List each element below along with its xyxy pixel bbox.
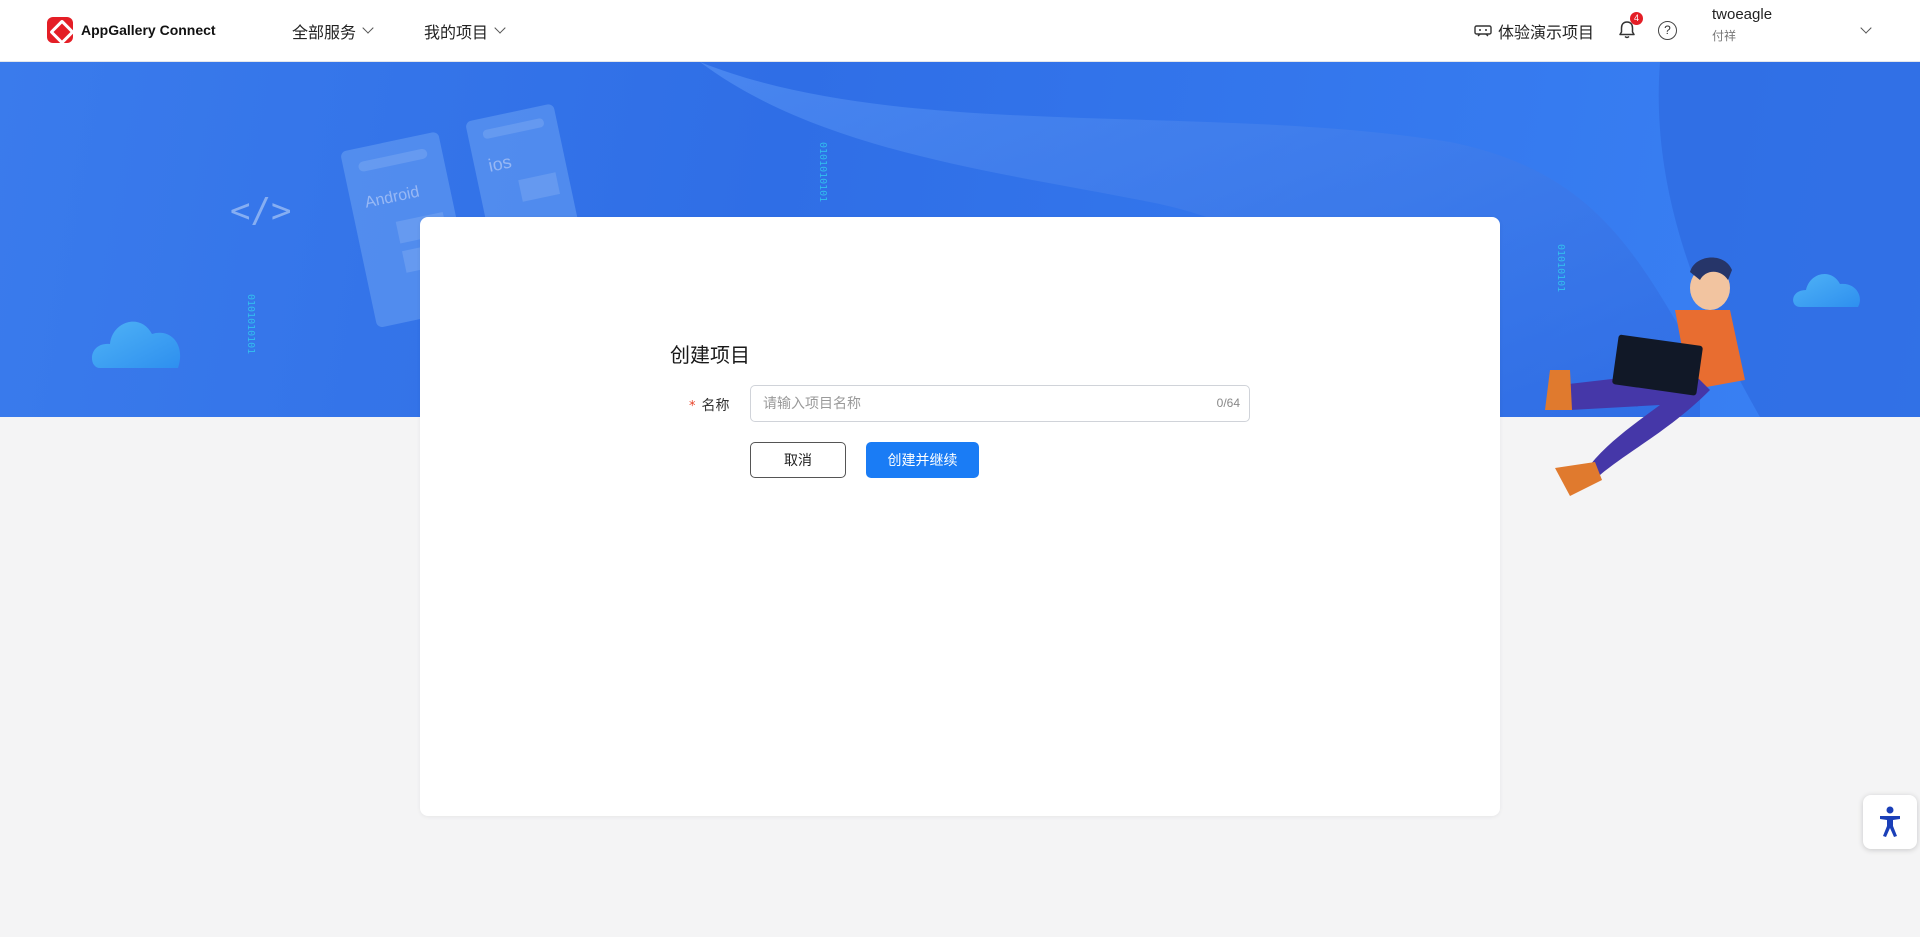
cloud-icon	[91, 321, 181, 368]
nav-all-services-label: 全部服务	[292, 23, 357, 42]
user-name: twoeagle	[1712, 6, 1773, 23]
accessibility-icon	[1880, 806, 1900, 837]
page-title: 创建项目	[670, 343, 750, 367]
top-navigation-bar: AppGallery Connect 全部服务 我的项目 体验演示项目 4 ? …	[0, 0, 1920, 62]
project-name-input[interactable]	[763, 386, 1183, 421]
nav-all-services[interactable]: 全部服务	[292, 19, 374, 43]
nav-my-projects[interactable]: 我的项目	[424, 19, 506, 43]
code-symbol-text: </>	[230, 191, 291, 231]
chevron-down-icon[interactable]	[1860, 22, 1872, 34]
required-marker: *	[689, 399, 696, 414]
app-logo[interactable]: AppGallery Connect	[47, 17, 216, 43]
person-with-laptop-illustration	[1545, 257, 1745, 496]
notification-badge: 4	[1630, 12, 1643, 25]
user-menu[interactable]: twoeagle 付祥	[1712, 6, 1772, 44]
name-field-label: * 名称	[689, 395, 730, 415]
cancel-button[interactable]: 取消	[750, 442, 846, 478]
logo-text: AppGallery Connect	[81, 22, 216, 38]
huawei-logo-icon	[47, 17, 73, 43]
demo-icon	[1474, 25, 1492, 37]
chevron-down-icon	[362, 22, 374, 34]
chevron-down-icon	[494, 22, 506, 34]
binary-stream: 0101010101	[245, 294, 256, 354]
user-real-name: 付祥	[1712, 29, 1737, 43]
name-label-text: 名称	[701, 398, 730, 414]
nav-my-projects-label: 我的项目	[424, 23, 489, 42]
accessibility-button[interactable]	[1863, 795, 1917, 849]
demo-project-link[interactable]: 体验演示项目	[1474, 19, 1594, 43]
help-icon[interactable]: ?	[1658, 21, 1677, 40]
project-name-field[interactable]: 0/64	[750, 385, 1250, 422]
create-project-card: 创建项目 * 名称 0/64 取消 创建并继续	[420, 217, 1500, 816]
create-and-continue-button[interactable]: 创建并继续	[866, 442, 979, 478]
demo-project-label: 体验演示项目	[1498, 23, 1595, 42]
binary-stream: 0101010101	[817, 142, 828, 202]
character-counter: 0/64	[1216, 396, 1240, 410]
